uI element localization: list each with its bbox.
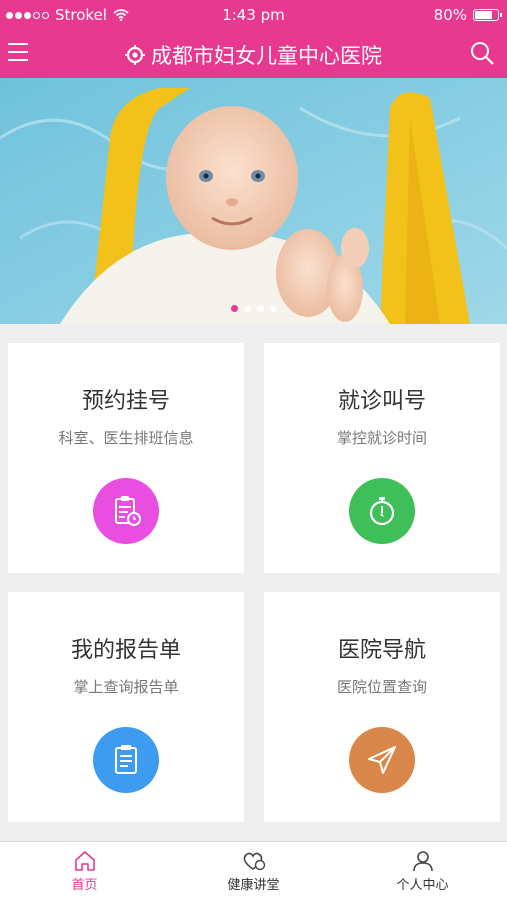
card-subtitle: 医院位置查询 xyxy=(336,678,427,696)
card-my-report[interactable]: 我的报告单 掌上查询报告单 xyxy=(8,592,244,822)
tab-health-lecture[interactable]: 健康讲堂 xyxy=(169,842,338,900)
tab-bar: 首页 健康讲堂 个人中心 xyxy=(0,841,507,900)
tab-label: 健康讲堂 xyxy=(227,878,280,893)
page-title: 成都市妇女儿童中心医院 xyxy=(0,40,507,70)
clipboard-clock-icon xyxy=(93,478,159,544)
tab-label: 首页 xyxy=(71,878,98,893)
stopwatch-icon xyxy=(349,478,415,544)
search-icon[interactable] xyxy=(469,40,495,66)
battery-percent: 80% xyxy=(433,6,467,24)
banner-carousel[interactable] xyxy=(0,78,507,324)
pager-dot[interactable] xyxy=(269,305,277,312)
card-subtitle: 掌上查询报告单 xyxy=(73,678,179,696)
card-appointment[interactable]: 预约挂号 科室、医生排班信息 xyxy=(8,343,244,573)
tab-label: 个人中心 xyxy=(396,878,449,893)
page-title-text: 成都市妇女儿童中心医院 xyxy=(151,44,382,68)
card-title: 我的报告单 xyxy=(70,638,181,663)
pager-dot[interactable] xyxy=(243,305,251,312)
battery-icon xyxy=(473,9,502,21)
tab-personal-center[interactable]: 个人中心 xyxy=(338,842,507,900)
report-icon xyxy=(93,727,159,793)
card-subtitle: 掌控就诊时间 xyxy=(336,429,427,447)
status-right: 80% xyxy=(433,6,502,24)
navigation-icon xyxy=(349,727,415,793)
card-title: 医院导航 xyxy=(337,638,426,663)
banner-pager xyxy=(0,305,507,312)
hospital-logo-icon xyxy=(125,45,145,65)
nav-bar: 成都市妇女儿童中心医院 xyxy=(0,30,507,78)
card-queue-call[interactable]: 就诊叫号 掌控就诊时间 xyxy=(264,343,500,573)
card-hospital-navigation[interactable]: 医院导航 医院位置查询 xyxy=(264,592,500,822)
person-icon xyxy=(412,851,433,872)
heart-chat-icon xyxy=(243,852,265,871)
card-title: 预约挂号 xyxy=(81,389,170,414)
baby-photo xyxy=(0,78,507,324)
status-time: 1:43 pm xyxy=(222,6,285,24)
tab-home[interactable]: 首页 xyxy=(0,842,169,900)
battery-fill xyxy=(475,11,493,19)
pager-dot[interactable] xyxy=(256,305,264,312)
status-bar: Strokel 1:43 pm 80% xyxy=(0,0,507,30)
card-subtitle: 科室、医生排班信息 xyxy=(58,429,194,447)
home-icon xyxy=(74,851,95,871)
pager-dot[interactable] xyxy=(230,305,238,312)
card-title: 就诊叫号 xyxy=(337,389,426,414)
